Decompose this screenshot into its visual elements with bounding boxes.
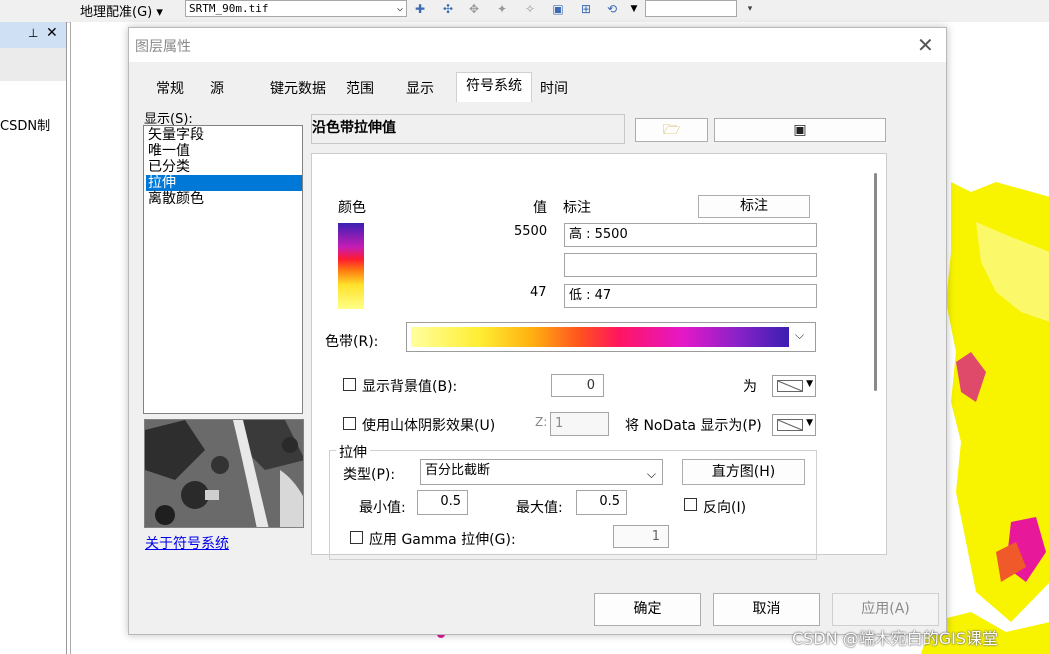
aerial-photo-preview xyxy=(145,420,303,527)
caret-down-icon: ▼ xyxy=(806,418,813,428)
rotate-icon[interactable]: ✥ xyxy=(465,1,483,17)
tab-time[interactable]: 时间 xyxy=(533,76,575,102)
nodata-label: 将 NoData 显示为(P) xyxy=(625,418,762,434)
pin-icon[interactable]: ⊥ xyxy=(28,26,38,40)
about-symbology-link[interactable]: 关于符号系统 xyxy=(145,533,229,553)
georeferencing-toolbar: 地理配准(G) ▾ SRTM_90m.tif ⌵ ✚ ✣ ✥ ✦ ✧ ▣ ⊞ ⟲… xyxy=(0,0,1049,23)
view-table-icon[interactable]: ⊞ xyxy=(577,1,595,17)
save-symbology-button[interactable]: ▣ xyxy=(714,118,886,142)
dialog-title: 图层属性 xyxy=(135,39,191,55)
stretch-type-label: 类型(P): xyxy=(343,467,396,483)
tab-general[interactable]: 常规 xyxy=(143,76,197,102)
z-factor-field[interactable]: 1 xyxy=(550,412,609,436)
add-control-point-icon[interactable]: ✚ xyxy=(411,1,429,17)
close-icon[interactable]: ✕ xyxy=(917,33,934,57)
gamma-value-field[interactable]: 1 xyxy=(613,525,669,548)
color-ramp-preview[interactable] xyxy=(338,223,364,309)
toolbar-overflow-icon[interactable]: ▾ xyxy=(741,1,759,17)
scale-input[interactable] xyxy=(645,0,737,17)
z-factor-label: Z: xyxy=(535,415,548,429)
show-background-checkbox[interactable] xyxy=(343,378,356,391)
vertical-scrollbar[interactable] xyxy=(874,173,877,391)
renderer-preview-image xyxy=(144,419,304,528)
label-button[interactable]: 标注 xyxy=(698,195,810,218)
gamma-checkbox[interactable] xyxy=(350,531,363,544)
open-symbology-button[interactable]: 🗁 xyxy=(635,118,708,142)
view-link-table-icon[interactable]: ▣ xyxy=(549,1,567,17)
stretch-type-value: 百分比截断 xyxy=(425,463,491,478)
tab-key-metadata[interactable]: 键元数据 xyxy=(265,76,331,102)
color-ramp-label: 色带(R): xyxy=(325,334,379,350)
layer-combo[interactable]: SRTM_90m.tif ⌵ xyxy=(185,0,407,17)
low-label-field[interactable]: 低 : 47 xyxy=(564,284,817,308)
dock-toolbar xyxy=(0,48,66,81)
watermark: CSDN @端木宛白的GIS课堂 xyxy=(792,629,998,648)
max-value-field[interactable]: 0.5 xyxy=(576,490,627,515)
tab-extent[interactable]: 范围 xyxy=(339,76,381,102)
chevron-down-icon: ⌵ xyxy=(396,3,403,14)
min-value-field[interactable]: 0.5 xyxy=(417,490,468,515)
renderer-title: 沿色带拉伸值 xyxy=(312,120,396,136)
layer-properties-dialog: 图层属性 ✕ 常规 源 键元数据 范围 显示 符号系统 时间 显示(S): 矢量… xyxy=(128,27,947,635)
tab-source[interactable]: 源 xyxy=(199,76,235,102)
max-label: 最大值: xyxy=(516,500,563,516)
ok-button[interactable]: 确定 xyxy=(594,593,701,626)
dock-layer-text: CSDN制 xyxy=(0,119,51,134)
flip-icon[interactable]: ✦ xyxy=(493,1,511,17)
close-icon[interactable]: ✕ xyxy=(46,25,58,41)
nodata-color-picker[interactable]: ▼ xyxy=(772,414,816,436)
background-color-picker[interactable]: ▼ xyxy=(772,375,816,397)
renderer-list[interactable]: 矢量字段 唯一值 已分类 拉伸 离散颜色 xyxy=(143,125,303,414)
list-item-unique-values[interactable]: 唯一值 xyxy=(146,143,302,159)
color-ramp-combo[interactable]: ⌵ xyxy=(406,322,816,352)
georeferencing-menu[interactable]: 地理配准(G) ▾ xyxy=(80,1,163,20)
show-background-label: 显示背景值(B): xyxy=(362,379,458,395)
chevron-down-icon: ⌵ xyxy=(646,467,656,481)
no-color-swatch-icon xyxy=(777,380,803,392)
color-column-header: 颜色 xyxy=(338,200,366,216)
apply-button[interactable]: 应用(A) xyxy=(832,593,939,626)
background-value-field[interactable]: 0 xyxy=(551,374,604,397)
list-item-discrete-color[interactable]: 离散颜色 xyxy=(146,191,302,207)
folder-open-icon: 🗁 xyxy=(662,122,681,138)
hillshade-label: 使用山体阴影效果(U) xyxy=(362,418,496,434)
layer-combo-value: SRTM_90m.tif xyxy=(189,2,269,15)
label-column-header: 标注 xyxy=(563,200,591,216)
hillshade-checkbox[interactable] xyxy=(343,417,356,430)
background-as-label: 为 xyxy=(743,379,757,395)
list-item-vector-field[interactable]: 矢量字段 xyxy=(146,127,302,143)
histogram-button[interactable]: 直方图(H) xyxy=(682,459,805,485)
min-label: 最小值: xyxy=(359,500,406,516)
no-color-swatch-icon xyxy=(777,419,803,431)
invert-checkbox[interactable] xyxy=(684,498,697,511)
caret-down-icon[interactable]: ▼ xyxy=(625,1,643,17)
tab-display[interactable]: 显示 xyxy=(399,76,441,102)
high-value: 5500 xyxy=(514,224,548,239)
table-of-contents-panel: ⊥ ✕ CSDN制 xyxy=(0,22,67,654)
save-disk-icon: ▣ xyxy=(793,122,807,138)
value-column-header: 值 xyxy=(533,200,547,216)
low-value: 47 xyxy=(530,285,547,300)
list-item-classified[interactable]: 已分类 xyxy=(146,159,302,175)
gamma-label: 应用 Gamma 拉伸(G): xyxy=(369,532,516,548)
refresh-icon[interactable]: ⟲ xyxy=(603,1,621,17)
tab-symbology[interactable]: 符号系统 xyxy=(456,72,532,102)
invert-label: 反向(I) xyxy=(703,500,747,516)
high-label-field[interactable]: 高 : 5500 xyxy=(564,223,817,247)
stretch-type-combo[interactable]: 百分比截断 ⌵ xyxy=(420,459,663,485)
caret-down-icon: ▼ xyxy=(806,379,813,389)
cancel-button[interactable]: 取消 xyxy=(713,593,820,626)
dialog-title-bar xyxy=(129,28,946,62)
stretch-group-title: 拉伸 xyxy=(336,442,370,462)
mid-label-field[interactable] xyxy=(564,253,817,277)
shift-icon[interactable]: ✧ xyxy=(521,1,539,17)
auto-adjust-icon[interactable]: ✣ xyxy=(439,1,457,17)
list-item-stretched[interactable]: 拉伸 xyxy=(146,175,302,191)
color-ramp-swatch xyxy=(411,327,789,347)
chevron-down-icon: ⌵ xyxy=(795,328,805,342)
